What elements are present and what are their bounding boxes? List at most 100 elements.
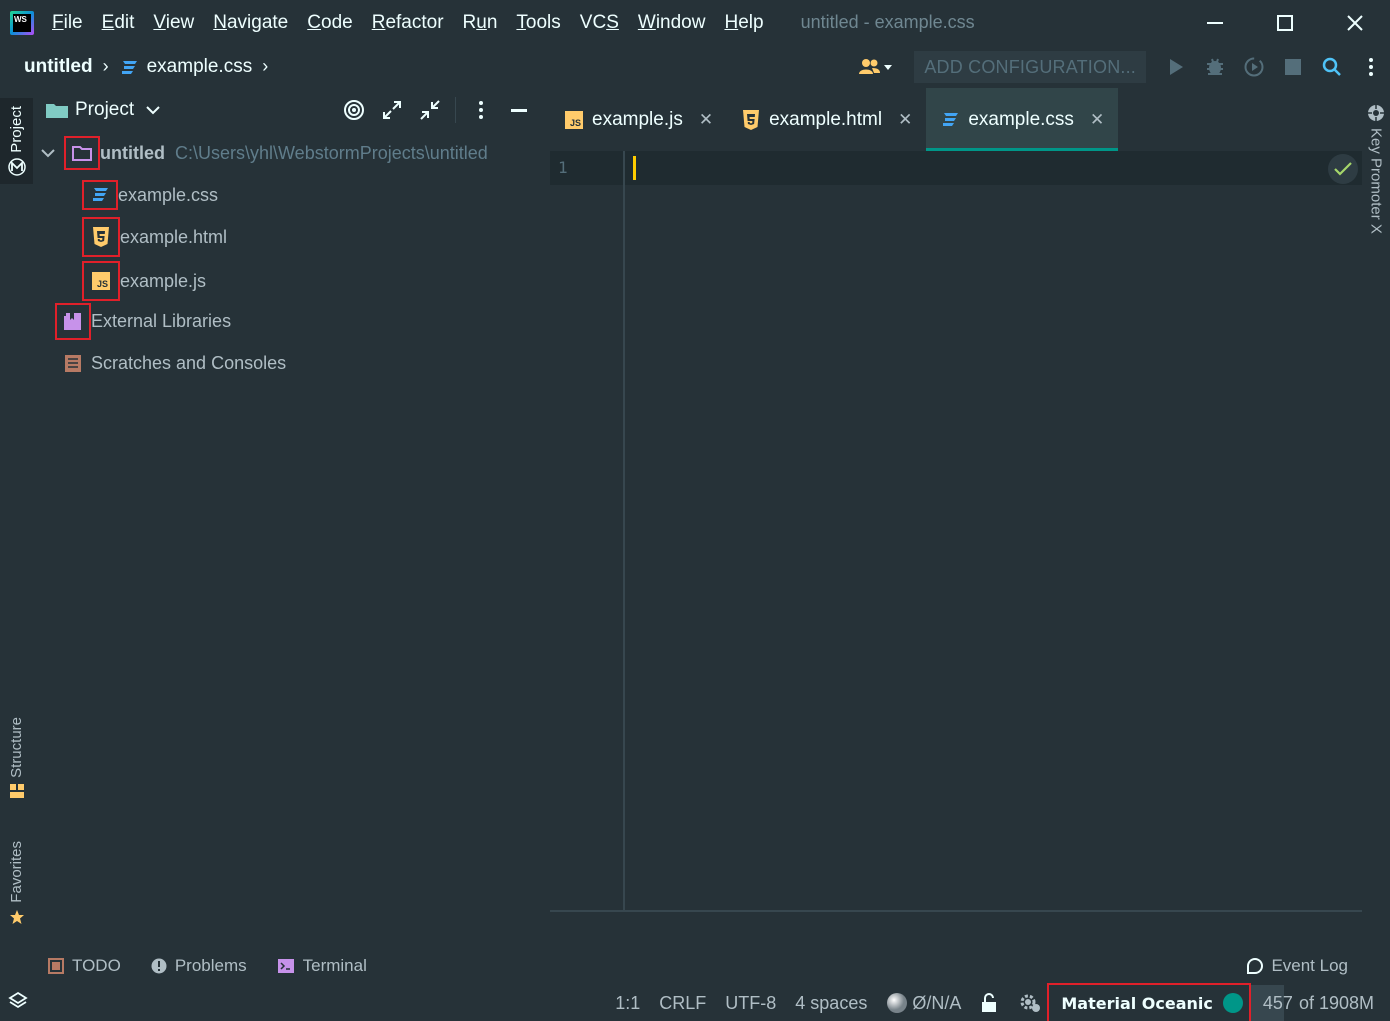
tab-example-js[interactable]: JS example.js ✕ <box>550 88 727 151</box>
tab-structure[interactable]: Structure <box>0 708 33 808</box>
locate-file-button[interactable] <box>335 88 373 132</box>
terminal-icon <box>277 958 295 974</box>
close-tab-icon[interactable]: ✕ <box>699 110 713 130</box>
code-with-me-button[interactable] <box>858 57 894 77</box>
gear-icon <box>1020 994 1041 1012</box>
users-icon <box>859 58 893 74</box>
html-file-icon <box>82 217 120 257</box>
line-separator[interactable]: CRLF <box>659 993 706 1014</box>
menu-navigate[interactable]: Navigate <box>213 12 288 34</box>
menu-file[interactable]: File <box>52 12 83 34</box>
todo-tool-button[interactable]: TODO <box>48 956 121 976</box>
line-number: 1 <box>558 158 568 177</box>
right-tool-stripe: Key Promoter X <box>1362 88 1390 943</box>
file-encoding[interactable]: UTF-8 <box>725 993 776 1014</box>
tab-structure-label: Structure <box>8 716 25 778</box>
minimize-button[interactable] <box>1180 0 1250 45</box>
main-toolbar: ADD CONFIGURATION... <box>858 45 1390 88</box>
tab-example-html[interactable]: example.html ✕ <box>727 88 926 151</box>
search-icon <box>1322 57 1341 76</box>
close-tab-icon[interactable]: ✕ <box>1090 110 1104 130</box>
vcs-status[interactable]: Ø/N/A <box>886 992 961 1014</box>
close-tab-icon[interactable]: ✕ <box>898 110 912 130</box>
menu-window[interactable]: Window <box>638 12 706 34</box>
tab-favorites-label: Favorites <box>8 841 25 903</box>
breadcrumb-project[interactable]: untitled <box>24 56 93 78</box>
maximize-button[interactable] <box>1250 0 1320 45</box>
hide-panel-button[interactable] <box>500 88 538 132</box>
chevron-down-icon <box>146 106 160 115</box>
close-window-button[interactable] <box>1320 0 1390 45</box>
menu-tools[interactable]: Tools <box>516 12 560 34</box>
menu-refactor[interactable]: Refactor <box>372 12 444 34</box>
tab-favorites[interactable]: Favorites <box>0 833 33 933</box>
terminal-tool-button[interactable]: Terminal <box>277 956 367 976</box>
title-bar: WS File Edit View Navigate Code Refactor… <box>0 0 1390 45</box>
memory-used: 457 <box>1262 992 1293 1013</box>
tab-project[interactable]: Project <box>0 98 33 184</box>
left-tool-stripe: Project Structure Favorites <box>0 88 33 943</box>
search-everywhere-button[interactable] <box>1312 45 1351 88</box>
code-editor[interactable]: 1 <box>550 151 1362 911</box>
event-log-tool-button[interactable]: Event Log <box>1245 945 1348 987</box>
collapse-icon <box>420 100 440 120</box>
tree-row-external-libraries[interactable]: External Libraries <box>55 300 231 342</box>
breadcrumb: untitled › example.css › <box>24 56 278 78</box>
tree-row-js[interactable]: JS example.js <box>82 260 206 302</box>
tree-row-root[interactable]: untitled C:\Users\yhl\WebstormProjects\u… <box>41 132 488 174</box>
caret-position[interactable]: 1:1 <box>615 993 640 1014</box>
stop-button[interactable] <box>1273 45 1312 88</box>
run-button[interactable] <box>1156 45 1195 88</box>
tree-row-css[interactable]: example.css <box>82 174 218 216</box>
menu-run[interactable]: Run <box>463 12 498 34</box>
tab-label: example.js <box>592 108 683 130</box>
expand-all-button[interactable] <box>373 88 411 132</box>
menu-help[interactable]: Help <box>724 12 763 34</box>
theme-switcher[interactable]: Material Oceanic <box>1047 983 1251 1021</box>
tree-row-html[interactable]: example.html <box>82 216 227 258</box>
breadcrumb-file[interactable]: example.css <box>147 56 253 78</box>
coverage-icon <box>1244 57 1263 76</box>
run-with-coverage-button[interactable] <box>1234 45 1273 88</box>
theme-name: Material Oceanic <box>1061 993 1213 1013</box>
star-icon <box>9 909 24 924</box>
collapse-all-button[interactable] <box>411 88 449 132</box>
problems-label: Problems <box>174 956 247 975</box>
toolbar-separator <box>455 97 456 123</box>
tree-file-label: example.html <box>120 226 228 247</box>
read-only-toggle[interactable] <box>980 993 998 1013</box>
chevron-down-icon <box>41 149 55 158</box>
minimize-icon <box>1207 21 1223 24</box>
root-folder-path: C:\Users\yhl\WebstormProjects\untitled <box>175 142 488 163</box>
webstorm-logo-icon[interactable]: WS <box>10 10 34 35</box>
material-theme-icon <box>7 158 26 177</box>
menu-edit[interactable]: Edit <box>102 12 135 34</box>
project-view-selector[interactable]: Project <box>45 99 160 121</box>
more-options-button[interactable] <box>1351 45 1390 88</box>
key-promoter-icon <box>1368 105 1384 121</box>
problems-tool-button[interactable]: Problems <box>151 956 247 976</box>
debug-bug-icon <box>1206 58 1223 75</box>
settings-sync-button[interactable] <box>1017 992 1043 1014</box>
menu-view[interactable]: View <box>153 12 194 34</box>
tool-windows-toggle[interactable] <box>8 991 28 1016</box>
menu-vcs[interactable]: VCS <box>580 12 619 34</box>
problems-icon <box>151 958 167 974</box>
menu-code[interactable]: Code <box>307 12 352 34</box>
scratches-icon <box>63 353 91 373</box>
css-file-icon <box>943 112 959 126</box>
debug-button[interactable] <box>1195 45 1234 88</box>
project-options-button[interactable] <box>462 88 500 132</box>
event-log-icon <box>1245 956 1265 976</box>
tree-row-scratches[interactable]: Scratches and Consoles <box>63 342 286 384</box>
indent-settings[interactable]: 4 spaces <box>795 993 867 1014</box>
structure-icon <box>9 784 24 799</box>
todo-icon <box>48 958 64 974</box>
memory-indicator[interactable]: 457 of 1908M <box>1250 985 1390 1021</box>
tab-key-promoter[interactable]: Key Promoter X <box>1362 104 1390 234</box>
inspection-status-button[interactable] <box>1328 154 1358 184</box>
css-file-icon <box>82 180 118 210</box>
add-configuration-button[interactable]: ADD CONFIGURATION... <box>914 50 1146 83</box>
theme-accent-dot <box>1222 993 1243 1013</box>
tab-example-css[interactable]: example.css ✕ <box>926 88 1119 151</box>
